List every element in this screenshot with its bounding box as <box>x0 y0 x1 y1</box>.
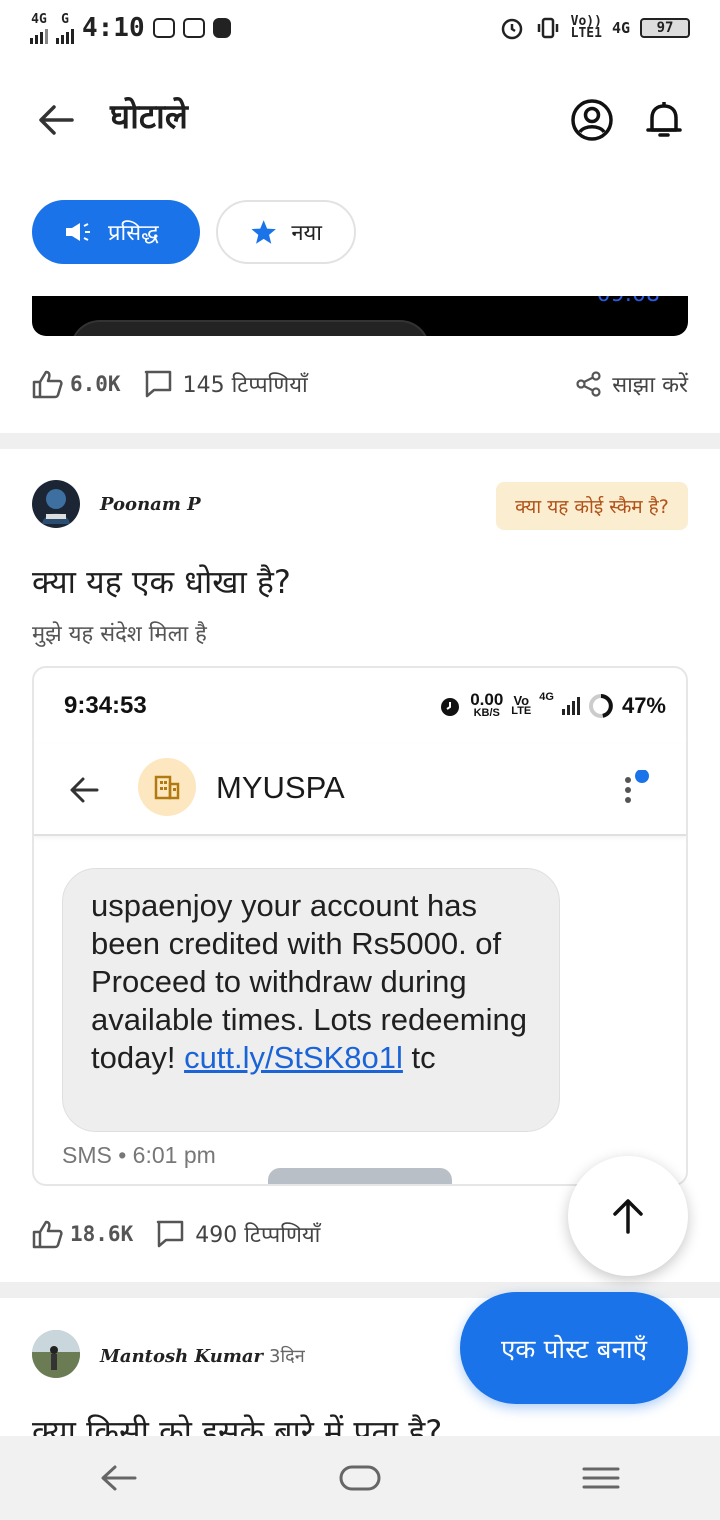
mic-icon <box>212 18 231 38</box>
image-data-speed: 0.00 <box>470 690 504 709</box>
previous-post-actions: 6.0K 145 टिप्पणियाँ साझा करें <box>32 364 688 404</box>
network-label-1: 4G <box>31 11 47 27</box>
comment-count: 145 टिप्पणियाँ <box>182 373 308 398</box>
image-message-link: cutt.ly/StSK8o1l <box>184 1040 403 1075</box>
building-icon <box>154 775 180 800</box>
image-volte-top: Vo <box>513 692 530 708</box>
image-scroll-pill <box>268 1168 452 1184</box>
comment-count: 490 टिप्पणियाँ <box>195 1223 321 1248</box>
image-battery-ring-icon <box>588 693 613 718</box>
clock: 4:10 <box>82 13 145 43</box>
network-label-3: 4G <box>611 19 630 37</box>
network-label-2: G <box>61 11 69 27</box>
system-nav-bar <box>0 1436 720 1520</box>
avatar[interactable] <box>32 480 80 528</box>
comments-link[interactable]: 490 टिप्पणियाँ <box>155 1219 320 1249</box>
gallery-icon <box>182 18 205 38</box>
image-message-bubble: uspaenjoy your account has been credited… <box>62 868 560 1132</box>
image-signal-icon <box>561 696 580 715</box>
vibrate-icon <box>537 17 558 39</box>
previous-post-image[interactable]: 09:08 <box>32 296 688 336</box>
image-chat-header: MYUSPA <box>34 744 686 836</box>
status-bar: 4G G 4:10 Vo)) LTE1 4G 97 <box>0 0 720 56</box>
scroll-to-top-button[interactable] <box>568 1156 688 1276</box>
account-icon[interactable] <box>568 96 616 144</box>
image-alarm-icon <box>441 697 460 716</box>
bell-icon[interactable] <box>640 96 688 144</box>
tab-new-label: नया <box>291 221 322 246</box>
arrow-up-icon <box>613 1199 643 1234</box>
image-more-menu-icon <box>625 770 649 803</box>
app-header: घोटाले <box>0 64 720 176</box>
comment-icon <box>144 370 171 398</box>
nav-home-icon[interactable] <box>338 1463 382 1493</box>
post-divider <box>0 433 720 449</box>
post-author[interactable]: Poonam P <box>100 494 201 515</box>
signal-icon-2 <box>56 26 74 44</box>
image-status-bar: 9:34:53 0.00 KB/S Vo LTE 4G 47% <box>34 668 686 744</box>
megaphone-icon <box>66 223 90 241</box>
share-icon <box>576 371 601 397</box>
image-time-fragment: 09:08 <box>597 296 660 307</box>
image-volte-bottom: LTE <box>511 704 532 717</box>
signal-icon <box>30 26 48 44</box>
post-image[interactable]: 9:34:53 0.00 KB/S Vo LTE 4G 47% MYUSPA u… <box>32 666 688 1186</box>
lte-label: LTE1 <box>570 26 602 41</box>
share-label: साझा करें <box>612 373 688 398</box>
tab-new[interactable]: नया <box>216 200 356 264</box>
back-arrow-icon[interactable] <box>36 100 76 140</box>
category-badge[interactable]: क्या यह कोई स्कैम है? <box>496 482 688 530</box>
post-title[interactable]: क्या यह एक धोखा है? <box>32 560 291 603</box>
like-count: 18.6K <box>70 1222 134 1246</box>
mail-icon <box>152 18 175 38</box>
page-title: घोटाले <box>110 97 188 137</box>
create-post-button[interactable]: एक पोस्ट बनाएँ <box>460 1292 688 1404</box>
image-back-arrow-icon <box>70 777 99 803</box>
like-count: 6.0K <box>70 372 121 396</box>
nav-menu-icon[interactable] <box>581 1463 621 1493</box>
share-button[interactable]: साझा करें <box>576 369 688 399</box>
image-sender-avatar <box>138 758 196 816</box>
star-icon <box>251 220 276 244</box>
next-post-author[interactable]: Mantosh Kumar 3दिन <box>100 1344 305 1368</box>
tab-popular[interactable]: प्रसिद्ध <box>32 200 200 264</box>
image-clock: 9:34:53 <box>64 692 147 719</box>
image-phone-bar <box>70 320 430 336</box>
image-battery: 47% <box>621 692 666 718</box>
next-post-time: 3दिन <box>269 1346 305 1367</box>
image-sender-name: MYUSPA <box>216 770 345 805</box>
alarm-icon <box>501 18 522 40</box>
avatar[interactable] <box>32 1330 80 1378</box>
post-subtitle: मुझे यह संदेश मिला है <box>32 622 207 647</box>
nav-back-icon[interactable] <box>99 1463 139 1493</box>
image-data-unit: KB/S <box>473 707 500 719</box>
image-message-meta: SMS • 6:01 pm <box>62 1142 216 1168</box>
like-icon[interactable] <box>32 1219 64 1249</box>
comments-link[interactable]: 145 टिप्पणियाँ <box>143 369 308 399</box>
image-message-tail: tc <box>402 1040 436 1075</box>
tab-popular-label: प्रसिद्ध <box>108 221 159 246</box>
next-post-author-name: Mantosh Kumar <box>100 1346 264 1367</box>
comment-icon <box>156 1220 184 1248</box>
like-icon[interactable] <box>32 369 64 399</box>
image-net-label: 4G <box>539 691 554 703</box>
battery-indicator: 97 <box>640 18 690 38</box>
